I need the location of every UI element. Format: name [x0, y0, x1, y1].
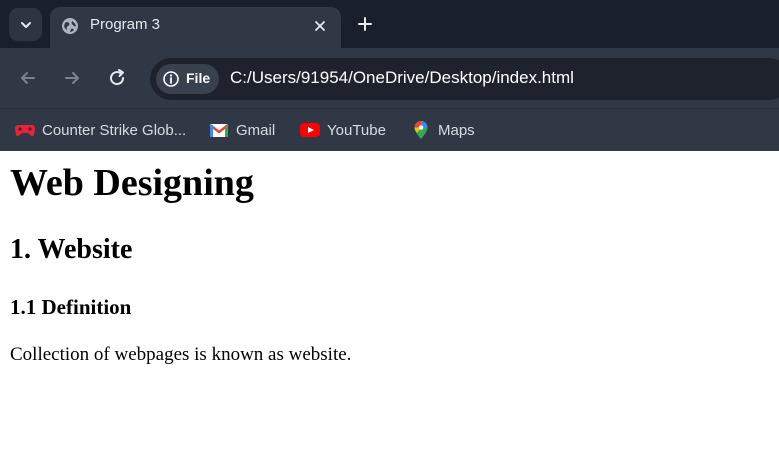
tab-strip: Program 3 — [0, 0, 779, 48]
close-icon — [315, 21, 325, 31]
info-icon — [163, 71, 179, 87]
toolbar: File C:/Users/91954/OneDrive/Desktop/ind… — [0, 48, 779, 108]
gamepad-icon — [14, 121, 36, 139]
address-bar[interactable]: File C:/Users/91954/OneDrive/Desktop/ind… — [150, 58, 779, 100]
url-text[interactable]: C:/Users/91954/OneDrive/Desktop/index.ht… — [230, 68, 574, 88]
reload-icon — [110, 69, 125, 86]
page-content: Web Designing 1. Website 1.1 Definition … — [0, 151, 779, 453]
bookmark-label: Counter Strike Glob... — [42, 121, 187, 139]
plus-icon — [358, 17, 372, 31]
tab-active[interactable]: Program 3 — [50, 7, 341, 48]
youtube-icon — [299, 121, 321, 139]
bookmark-label: YouTube — [327, 121, 386, 139]
file-scheme-label: File — [186, 70, 211, 86]
arrow-left-icon — [21, 72, 35, 84]
tab-close-button[interactable] — [310, 16, 330, 36]
bookmark-counter-strike[interactable]: Counter Strike Glob... — [14, 118, 186, 142]
new-tab-button[interactable] — [353, 12, 377, 36]
tab-search-button[interactable] — [9, 8, 42, 41]
browser-chrome: Program 3 File C:/Users/91954/OneDrive/D… — [0, 0, 779, 151]
tab-title: Program 3 — [90, 16, 161, 33]
globe-icon — [62, 18, 78, 34]
bookmark-label: Gmail — [236, 121, 276, 139]
back-button[interactable] — [16, 66, 40, 90]
bookmark-gmail[interactable]: Gmail — [208, 118, 275, 142]
page-heading-h1: Web Designing — [10, 162, 254, 204]
section-heading-h2: 1. Website — [10, 234, 133, 265]
gmail-icon — [208, 121, 230, 139]
bookmark-label: Maps — [438, 121, 475, 139]
reload-button[interactable] — [105, 66, 129, 90]
site-info-chip[interactable]: File — [156, 64, 219, 94]
maps-icon — [410, 121, 432, 139]
chevron-down-icon — [20, 21, 31, 28]
bookmark-youtube[interactable]: YouTube — [299, 118, 386, 142]
forward-button[interactable] — [60, 66, 84, 90]
definition-paragraph: Collection of webpages is known as websi… — [10, 344, 352, 365]
bookmarks-bar: Counter Strike Glob... Gmail YouTube Map… — [0, 108, 779, 151]
subsection-heading-h3: 1.1 Definition — [10, 295, 132, 319]
arrow-right-icon — [65, 72, 79, 84]
bookmark-maps[interactable]: Maps — [410, 118, 475, 142]
